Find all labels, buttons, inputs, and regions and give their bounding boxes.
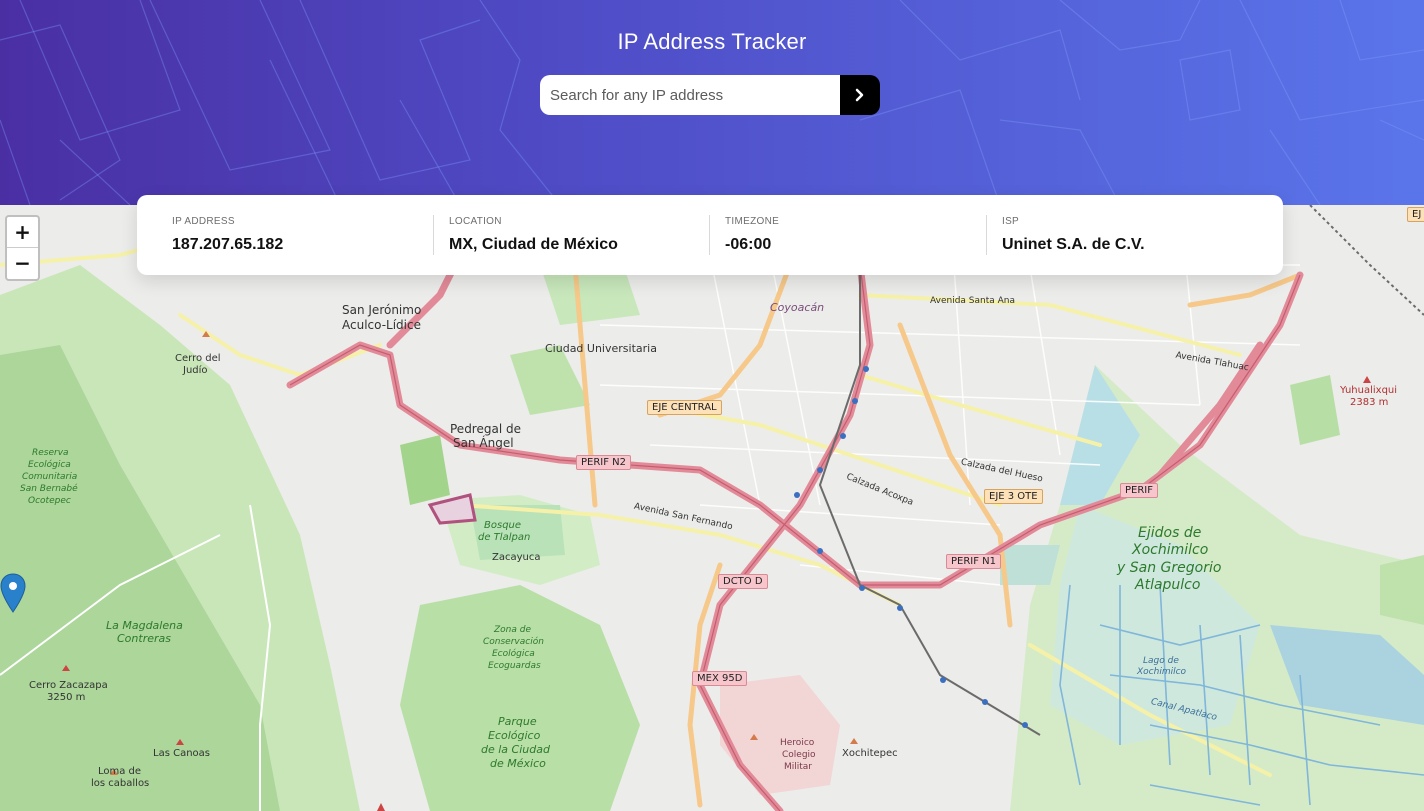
map-label-zona-4: Ecoguardas [488,661,541,671]
map-label-zona-2: Conservación [483,637,544,647]
search-button[interactable] [840,75,880,115]
map-label-reserva: Reserva [32,448,69,458]
info-label: IP ADDRESS [172,216,235,227]
map-label-bosque: Bosque [484,520,522,531]
map-pin-icon[interactable] [0,573,26,613]
road-sign-perif-n1: PERIF N1 [946,554,1002,569]
map-label-pedregal-2: San Ángel [453,436,514,450]
info-isp: ISP Uninet S.A. de C.V. [967,195,1243,275]
map-label-zacazapa: Cerro Zacazapa [29,680,108,691]
map-label-parque: Parque [498,715,537,728]
map-label-zacayuca: Zacayuca [492,552,541,563]
map-label-coyoacan: Coyoacán [770,301,825,314]
info-value: Uninet S.A. de C.V. [1002,236,1145,253]
map-label-loma: Loma de [98,766,142,777]
map-label-san-jeronimo: San Jerónimo [342,303,422,317]
map-label-parque-3: de la Ciudad [481,743,550,756]
map-label-ejidos-3: y San Gregorio [1117,560,1222,576]
road-sign-eje-central: EJE CENTRAL [647,400,722,415]
info-label: ISP [1002,216,1020,227]
page-title: IP Address Tracker [617,29,807,54]
map-label-lago: Lago de [1143,656,1179,666]
road-sign-ducto-d: DCTO D [718,574,768,589]
ip-info-card: IP ADDRESS 187.207.65.182 LOCATION MX, C… [137,195,1283,275]
road-sign-perif-n2: PERIF N2 [576,455,632,470]
map-label-ejidos: Ejidos de [1138,525,1202,541]
chevron-right-icon [855,88,864,102]
map-label-ejidos-4: Atlapulco [1135,577,1201,593]
map-label-aculco: Aculco-Lídice [342,318,421,332]
info-ip-address: IP ADDRESS 187.207.65.182 [137,195,413,275]
road-sign-eje-3-ote: EJE 3 OTE [984,489,1043,504]
map-view[interactable]: San Jerónimo Aculco-Lídice Cerro del Jud… [0,205,1424,811]
info-value: MX, Ciudad de México [449,236,618,253]
map-label-yuhualixqui: Yuhualixqui [1340,385,1398,396]
map-label-magdalena: La Magdalena [106,619,183,632]
map-label-reserva-5: Ocotepec [28,496,71,506]
map-label-bosque-2: de Tlalpan [478,532,531,543]
map-label-zona-3: Ecológica [492,649,535,659]
search-input[interactable] [540,75,840,115]
map-label-heroico: Heroico [780,738,815,748]
map-label-cerro-judio: Cerro del [175,353,221,364]
info-value: -06:00 [725,236,772,253]
info-timezone: TIMEZONE -06:00 [690,195,966,275]
info-value: 187.207.65.182 [172,236,284,253]
zoom-in-button[interactable]: + [7,217,38,248]
map-label-ciudad-universitaria: Ciudad Universitaria [545,342,657,355]
search-form [540,75,880,115]
map-label-loma-2: los caballos [91,778,150,789]
map-label-reserva-3: Comunitaria [22,472,78,482]
map-label-zona: Zona de [494,625,532,635]
map-label-cerro-judio-2: Judío [183,365,208,376]
map-label-xochitepec: Xochitepec [842,748,898,759]
map-label-parque-4: de México [490,757,546,770]
info-label: LOCATION [449,216,502,227]
zoom-control: + − [5,215,40,281]
road-sign-mex-95d: MEX 95D [692,671,748,686]
map-label-parque-2: Ecológico [488,729,541,742]
info-location: LOCATION MX, Ciudad de México [414,195,690,275]
info-label: TIMEZONE [725,216,780,227]
map-label-magdalena-2: Contreras [117,632,171,645]
header-banner: IP Address Tracker [0,0,1424,205]
map-label-ejidos-2: Xochimilco [1132,542,1209,558]
map-label-pedregal: Pedregal de [450,422,521,436]
map-label-reserva-2: Ecológica [28,460,71,470]
map-label-lago-2: Xochimilco [1137,667,1187,677]
road-sign-edge: EJ [1407,207,1424,222]
zoom-out-button[interactable]: − [7,248,38,278]
map-label-zacazapa-2: 3250 m [47,692,86,703]
map-label-heroico-3: Militar [784,762,813,772]
map-label-heroico-2: Colegio [782,750,816,760]
map-label-canoas: Las Canoas [153,748,210,759]
road-sign-perif: PERIF [1120,483,1158,498]
map-label-av-santa-ana: Avenida Santa Ana [930,296,1015,306]
map-label-yuhualixqui-2: 2383 m [1350,397,1389,408]
map-label-reserva-4: San Bernabé [20,484,78,494]
